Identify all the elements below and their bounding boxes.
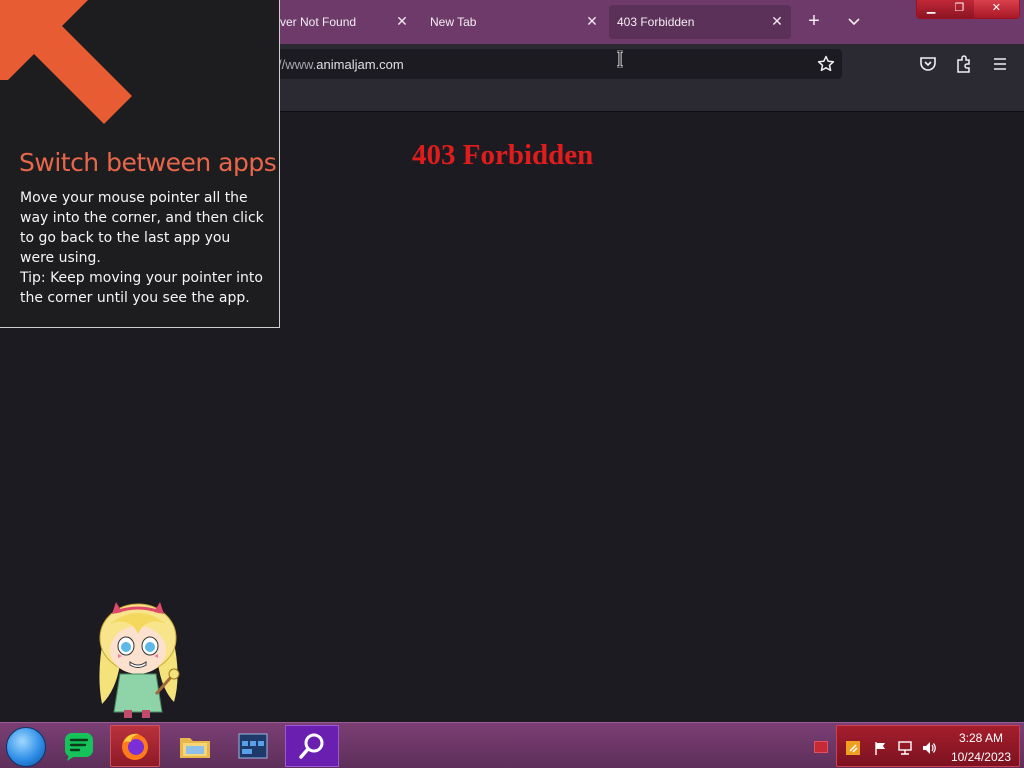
close-window-button[interactable]: ✕ [973,0,1019,18]
new-tab-button[interactable]: + [802,10,826,34]
extensions-button[interactable] [954,53,974,75]
search-app-icon [299,733,324,759]
tab-label: 403 Forbidden [617,15,695,29]
restore-button[interactable]: ❐ [945,0,973,18]
url-text: //www.animaljam.com [278,57,404,72]
star-icon [817,55,835,72]
text-cursor-icon [615,49,625,69]
bookmark-star-button[interactable] [816,54,836,74]
hamburger-menu-icon [994,58,1006,70]
taskbar-firefox[interactable] [110,725,160,767]
volume-icon[interactable] [921,740,937,756]
action-center-flag-icon[interactable] [873,740,889,756]
page-heading: 403 Forbidden [412,139,594,171]
chevron-down-icon [848,18,860,26]
pocket-button[interactable] [918,53,938,75]
show-hidden-icons-button[interactable] [814,741,828,753]
tab-label: New Tab [430,15,477,29]
window-controls: ▁ ❐ ✕ [916,0,1020,19]
switch-apps-tip: Switch between apps Move your mouse poin… [0,0,280,328]
app-menu-button[interactable] [990,53,1010,75]
taskbar-file-explorer[interactable] [170,725,220,767]
address-bar[interactable]: //www.animaljam.com [272,49,842,79]
tip-body: Move your mouse pointer all the way into… [20,188,265,308]
url-domain: animaljam.com [316,57,404,72]
tip-line: Tip: Keep moving your pointer into the c… [20,270,263,306]
taskbar-window-manager[interactable] [228,725,278,767]
list-all-tabs-button[interactable] [842,10,866,34]
puzzle-piece-icon [957,55,970,73]
url-prefix: //www. [278,57,317,72]
taskbar-search-app[interactable] [285,725,339,767]
clock-date[interactable]: 10/24/2023 [951,750,1011,764]
taskbar: 3:28 AM 10/24/2023 [0,722,1024,768]
system-tray: 3:28 AM 10/24/2023 [836,725,1020,767]
tip-title: Switch between apps [19,148,277,177]
file-explorer-icon [180,738,210,758]
cartoon-character-icon [99,602,180,718]
tab-server-not-found[interactable]: ver Not Found ✕ [270,5,416,39]
tab-close-icon[interactable]: ✕ [769,13,785,29]
minimize-button[interactable]: ▁ [917,0,945,18]
tip-line: Move your mouse pointer all the way into… [20,190,264,266]
window-manager-icon [238,733,268,759]
taskbar-chat-app[interactable] [54,725,104,767]
tab-403-forbidden[interactable]: 403 Forbidden ✕ [609,5,791,39]
desktop-screen: ver Not Found ✕ New Tab ✕ 403 Forbidden … [0,0,1024,768]
clock-time[interactable]: 3:28 AM [959,731,1003,745]
tab-close-icon[interactable]: ✕ [394,13,410,29]
tab-label: ver Not Found [280,15,357,29]
tab-new-tab[interactable]: New Tab ✕ [420,5,606,39]
chat-app-icon [65,733,93,761]
firefox-icon [122,733,148,760]
pocket-icon [920,57,936,71]
app-tray-icon[interactable] [845,740,861,756]
tab-close-icon[interactable]: ✕ [584,13,600,29]
network-icon[interactable] [897,740,913,756]
start-button[interactable] [6,727,46,767]
corner-arrow-icon [0,0,132,124]
